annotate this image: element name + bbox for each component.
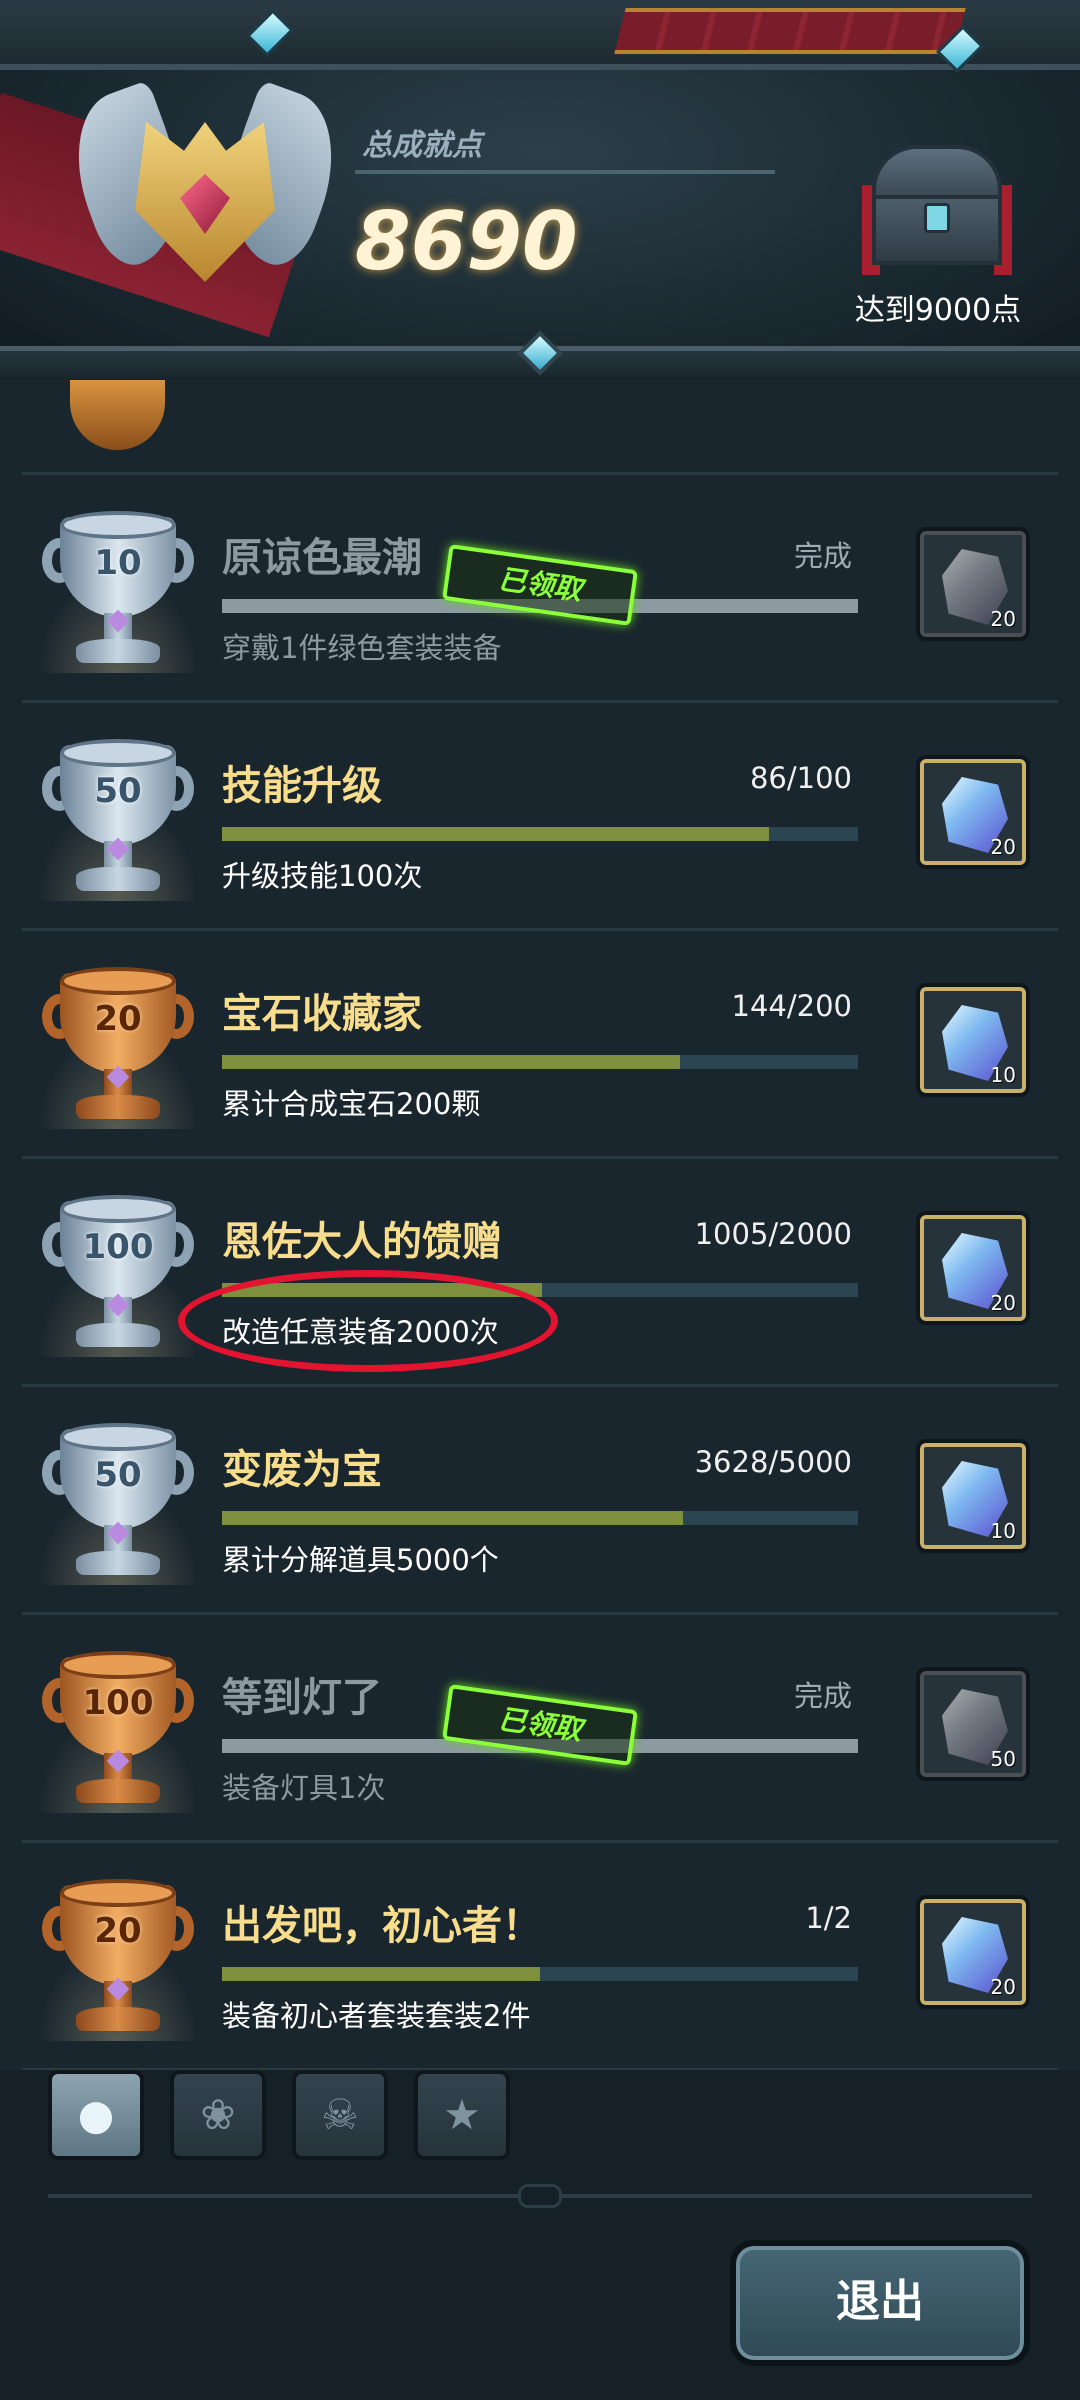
achievement-title: 变废为宝 (222, 1447, 382, 1493)
trophy-points: 20 (94, 1911, 142, 1951)
achievement-row[interactable]: 20 出发吧，初心者！ 1/2 装备初心者套装套装2件 20 (0, 1843, 1080, 2068)
reward-crystal-button[interactable]: 20 (916, 1895, 1030, 2009)
progress-bar (222, 1283, 858, 1297)
exit-button[interactable]: 退出 (730, 2240, 1030, 2366)
footer-divider (48, 2184, 1032, 2208)
trophy-icon: 20 (38, 1871, 198, 2041)
reward-crystal-button[interactable]: 20 (916, 755, 1030, 869)
reward-count: 10 (990, 1063, 1016, 1087)
achievement-list[interactable]: 10 原谅色最潮 完成 穿戴1件绿色套装装备 已领取 20 50 技能升级 86… (0, 380, 1080, 2070)
achievement-description: 累计合成宝石200颗 (222, 1087, 481, 1121)
trophy-icon: 100 (38, 1187, 198, 1357)
reward-count: 20 (990, 607, 1016, 631)
milestone-chest-icon[interactable] (862, 145, 1012, 275)
tab-trophies[interactable]: ★ (414, 2070, 510, 2160)
trophy-points: 100 (82, 1227, 154, 1267)
reward-count: 50 (990, 1747, 1016, 1771)
reward-count: 20 (990, 835, 1016, 859)
demon-mask-icon: ☠ (321, 2090, 359, 2139)
achievement-progress: 3628/5000 (694, 1445, 852, 1479)
achievement-description: 穿戴1件绿色套装装备 (222, 631, 502, 665)
header-frame-bottom (0, 330, 1080, 380)
achievement-title: 技能升级 (222, 763, 382, 809)
achievement-emblem-icon (53, 80, 357, 312)
achievement-progress: 1/2 (805, 1901, 852, 1935)
paw-icon: ❀ (200, 2090, 236, 2139)
trophy-icon: 10 (38, 503, 198, 673)
achievement-progress: 144/200 (731, 989, 852, 1023)
trophy-points: 50 (94, 771, 142, 811)
reward-crystal-button[interactable]: 10 (916, 983, 1030, 1097)
trophy-points: 50 (94, 1455, 142, 1495)
trophy-icon: ★ (443, 2090, 481, 2139)
total-points-divider (355, 170, 775, 174)
trophy-icon: 50 (38, 1415, 198, 1585)
tab-bosses[interactable]: ☠ (292, 2070, 388, 2160)
reward-count: 20 (990, 1291, 1016, 1315)
achievement-description: 装备初心者套装套装2件 (222, 1999, 531, 2033)
achievement-description: 改造任意装备2000次 (222, 1315, 499, 1349)
tab-character[interactable]: ● (48, 2070, 144, 2160)
footer: ● ❀ ☠ ★ 退出 (0, 2070, 1080, 2400)
achievement-progress: 86/100 (749, 761, 852, 795)
achievement-title: 等到灯了 (222, 1675, 382, 1721)
header-ribbon (614, 8, 966, 54)
trophy-icon (70, 380, 165, 450)
trophy-points: 100 (82, 1683, 154, 1723)
trophy-points: 20 (94, 999, 142, 1039)
achievement-row[interactable]: 50 变废为宝 3628/5000 累计分解道具5000个 10 (0, 1387, 1080, 1612)
achievement-description: 装备灯具1次 (222, 1771, 386, 1805)
total-points-label: 总成就点 (362, 128, 482, 163)
achievement-row[interactable]: 10 原谅色最潮 完成 穿戴1件绿色套装装备 已领取 20 (0, 475, 1080, 700)
trophy-icon: 100 (38, 1643, 198, 1813)
reward-crystal-button[interactable]: 20 (916, 1211, 1030, 1325)
reward-count: 10 (990, 1519, 1016, 1543)
achievement-description: 累计分解道具5000个 (222, 1543, 499, 1577)
claimed-stamp: 已领取 (442, 544, 638, 626)
achievement-progress: 完成 (793, 1679, 852, 1713)
total-points-value: 8690 (355, 195, 578, 288)
tab-pets[interactable]: ❀ (170, 2070, 266, 2160)
achievement-row[interactable]: 50 技能升级 86/100 升级技能100次 20 (0, 703, 1080, 928)
progress-bar (222, 1055, 858, 1069)
trophy-points: 10 (94, 543, 142, 583)
achievement-header: 总成就点 8690 达到9000点 (0, 0, 1080, 380)
trophy-icon: 50 (38, 731, 198, 901)
achievement-description: 升级技能100次 (222, 859, 423, 893)
progress-bar (222, 1511, 858, 1525)
achievement-title: 原谅色最潮 (222, 535, 422, 581)
achievement-title: 宝石收藏家 (222, 991, 422, 1037)
reward-crystal-button[interactable]: 20 (916, 527, 1030, 641)
head-silhouette-icon: ● (77, 2090, 115, 2139)
achievement-row[interactable]: 100 恩佐大人的馈赠 1005/2000 改造任意装备2000次 20 (0, 1159, 1080, 1384)
reward-crystal-button[interactable]: 50 (916, 1667, 1030, 1781)
achievement-progress: 完成 (793, 539, 852, 573)
reward-crystal-button[interactable]: 10 (916, 1439, 1030, 1553)
achievement-row[interactable]: 100 等到灯了 完成 装备灯具1次 已领取 50 (0, 1615, 1080, 1840)
trophy-icon: 20 (38, 959, 198, 1129)
reward-count: 20 (990, 1975, 1016, 1999)
achievement-row[interactable]: 20 宝石收藏家 144/200 累计合成宝石200颗 10 (0, 931, 1080, 1156)
achievement-title: 出发吧，初心者！ (222, 1903, 542, 1949)
claimed-stamp: 已领取 (442, 1684, 638, 1766)
achievement-title: 恩佐大人的馈赠 (222, 1219, 502, 1265)
progress-bar (222, 827, 858, 841)
achievement-progress: 1005/2000 (694, 1217, 852, 1251)
milestone-label: 达到9000点 (854, 293, 1022, 328)
progress-bar (222, 1967, 858, 1981)
